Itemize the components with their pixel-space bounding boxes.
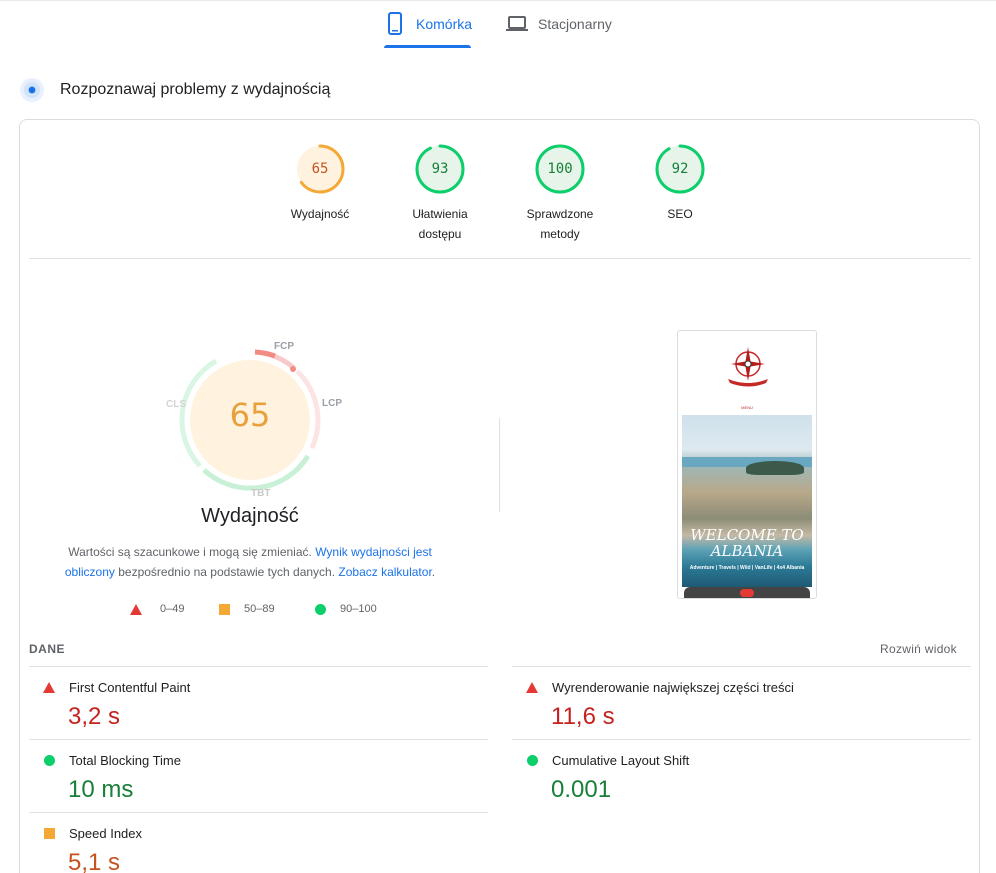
note-text: bezpośrednio na podstawie tych danych. [114, 565, 339, 579]
performance-note: Wartości są szacunkowe i mogą się zmieni… [50, 542, 450, 582]
tab-mobile[interactable]: Komórka [384, 12, 473, 48]
performance-title: Wydajność [201, 505, 299, 527]
legend-average-label: 50–89 [244, 603, 275, 615]
gauge-seo[interactable]: 92 SEO [640, 144, 720, 224]
island [746, 461, 804, 475]
gauge-label-line2: dostępu [418, 227, 462, 241]
metric-value: 11,6 s [551, 703, 615, 730]
metric-row-fcp: First Contentful Paint 3,2 s [29, 666, 488, 739]
calculator-link[interactable]: Zobacz kalkulator [338, 565, 431, 579]
metric-name: Wyrenderowanie największej części treści [552, 680, 794, 695]
screenshot-subtitle: Adventure | Travels | Wild | VanLife | 4… [689, 565, 805, 571]
vertical-separator [499, 418, 500, 512]
gauge-label: Ułatwienia [412, 207, 468, 221]
legend-pass-label: 90–100 [340, 603, 377, 615]
legend-fail: 0–49 [130, 603, 184, 615]
fail-triangle-icon [130, 603, 142, 615]
gauge-label: SEO [667, 207, 693, 221]
tab-desktop-label: Stacjonarny [538, 16, 612, 32]
metric-value: 10 ms [68, 776, 134, 803]
gauge-score: 100 [547, 161, 573, 177]
smartphone-icon [384, 12, 406, 36]
fail-triangle-icon [43, 682, 55, 693]
divider [29, 258, 971, 259]
metric-label-tbt: TBT [251, 488, 271, 499]
expand-view-button[interactable]: Rozwiń widok [880, 642, 957, 656]
metric-value: 5,1 s [68, 849, 121, 873]
pass-circle-icon [315, 603, 326, 615]
lab-data-icon [20, 78, 44, 102]
gauge-accessibility[interactable]: 93 Ułatwienia dostępu [400, 144, 480, 244]
section-header: Rozpoznawaj problemy z wydajnością [20, 78, 330, 102]
screenshot-button [740, 589, 754, 597]
metric-name: Total Blocking Time [69, 753, 181, 768]
metric-row-cls: Cumulative Layout Shift 0.001 [512, 739, 971, 812]
compass-logo-icon [728, 347, 768, 387]
metric-label-fcp: FCP [274, 341, 294, 352]
fail-triangle-icon [526, 682, 538, 693]
welcome-line2: ALBANIA [710, 542, 784, 560]
legend-average: 50–89 [219, 603, 275, 615]
page-screenshot: MENU WELCOME TO ALBANIA Adventure | Trave… [677, 330, 817, 599]
note-text: Wartości są szacunkowe i mogą się zmieni… [68, 545, 316, 559]
metric-name: Cumulative Layout Shift [552, 753, 690, 768]
metric-value: 0.001 [551, 776, 612, 803]
metric-row-si: Speed Index 5,1 s [29, 812, 488, 873]
gauge-label: Wydajność [290, 207, 350, 221]
legend-fail-label: 0–49 [160, 603, 185, 615]
active-tab-indicator [384, 45, 471, 48]
performance-score: 65 [229, 396, 271, 434]
laptop-icon [506, 12, 528, 36]
metric-row-lcp: Wyrenderowanie największej części treści… [512, 666, 971, 739]
metric-label-lcp: LCP [322, 398, 342, 409]
pass-circle-icon [43, 755, 55, 766]
screenshot-menu: MENU [678, 404, 816, 412]
gauge-performance[interactable]: 65 Wydajność [280, 144, 360, 224]
gauge-label: Sprawdzone [526, 207, 594, 221]
device-tabs: Komórka Stacjonarny [0, 0, 996, 50]
screenshot-hero-image: WELCOME TO ALBANIA Adventure | Travels | … [682, 415, 812, 587]
gauge-best-practices[interactable]: 100 Sprawdzone metody [520, 144, 600, 244]
metric-label-cls: CLS [166, 399, 186, 410]
metric-name: Speed Index [69, 826, 143, 841]
gauge-label-line2: metody [540, 227, 580, 241]
average-square-icon [43, 828, 55, 839]
metric-row-tbt: Total Blocking Time 10 ms [29, 739, 488, 812]
gauge-score: 92 [671, 161, 689, 177]
section-title: Rozpoznawaj problemy z wydajnością [60, 81, 331, 98]
metric-value: 3,2 s [68, 703, 121, 730]
note-text: . [431, 565, 436, 579]
metric-name: First Contentful Paint [69, 680, 191, 695]
tab-desktop[interactable]: Stacjonarny [506, 12, 612, 48]
gauge-score: 93 [431, 161, 449, 177]
average-square-icon [219, 603, 230, 615]
screenshot-menu-label: MENU [741, 405, 753, 410]
tab-mobile-label: Komórka [416, 16, 473, 32]
legend-pass: 90–100 [315, 603, 377, 615]
gauge-score: 65 [311, 161, 329, 177]
pass-circle-icon [526, 755, 538, 766]
data-section-title: DANE [29, 642, 66, 656]
screenshot-welcome: WELCOME TO ALBANIA [682, 527, 812, 559]
performance-gauge: 65 [160, 330, 340, 510]
